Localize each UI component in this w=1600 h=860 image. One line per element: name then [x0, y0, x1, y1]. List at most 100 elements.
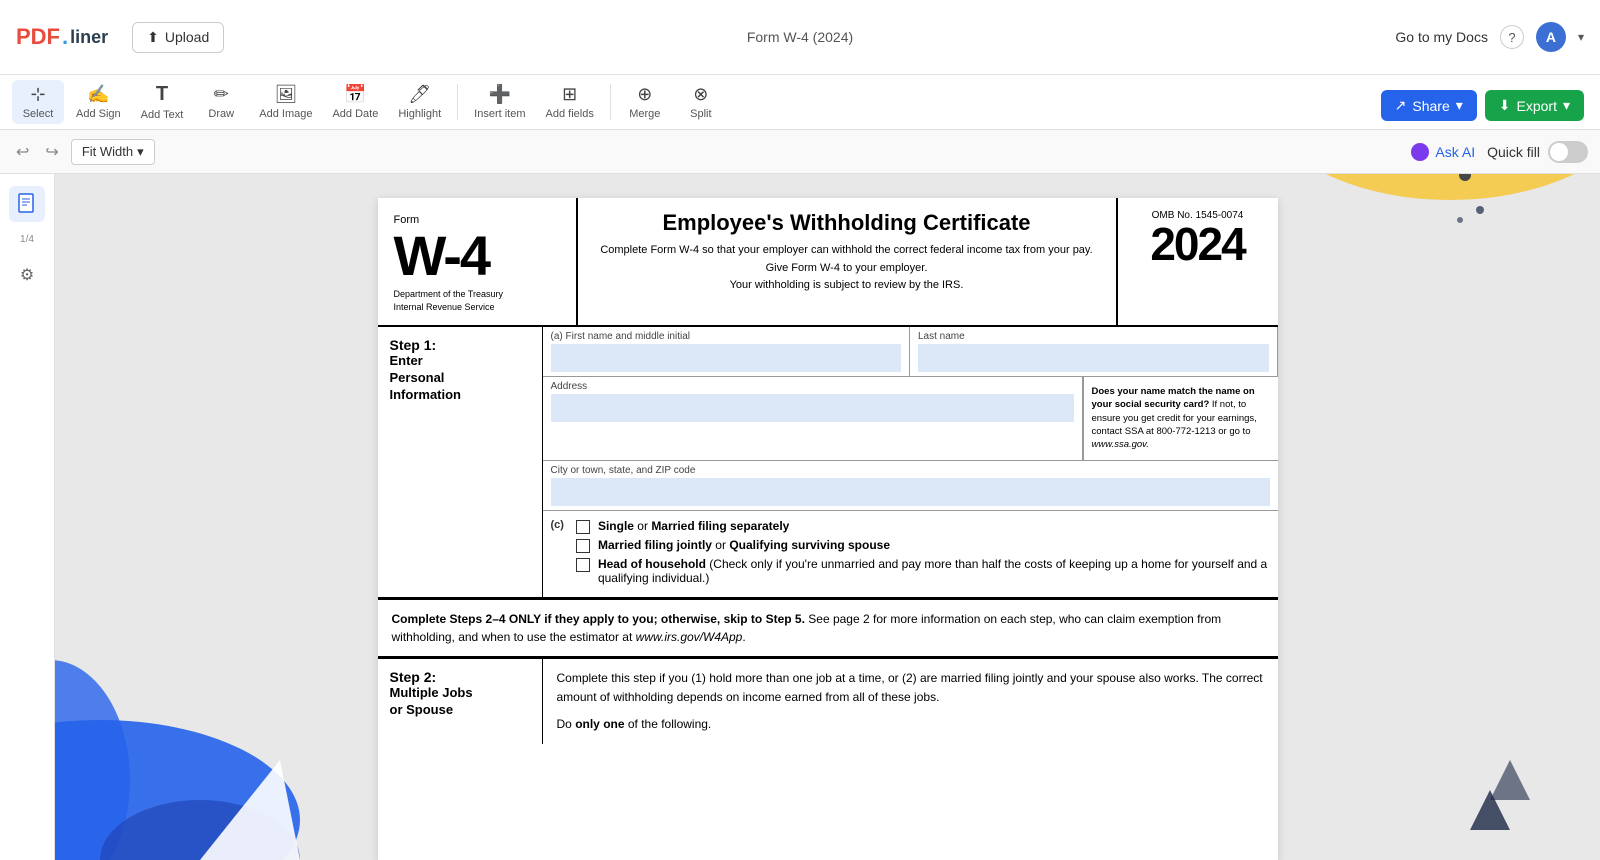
- avatar-chevron[interactable]: ▾: [1578, 30, 1584, 44]
- step2-label: Step 2: Multiple Jobs or Spouse: [378, 659, 543, 745]
- last-name-label: Last name: [918, 331, 1269, 342]
- filing-status-row: (c) Single or Married filing separately …: [543, 511, 1278, 597]
- filing-married-text: Married filing jointly or Qualifying sur…: [598, 538, 890, 552]
- action-buttons: ↗ Share ▾ ⬇ Export ▾: [1381, 90, 1584, 121]
- tool-insert-item[interactable]: ➕ Insert item: [466, 80, 533, 124]
- fit-width-label: Fit Width: [82, 144, 133, 159]
- add-image-label: Add Image: [259, 108, 312, 120]
- last-name-input[interactable]: [918, 344, 1269, 372]
- upload-button[interactable]: ⬆ Upload: [132, 22, 224, 53]
- step2-do-only: Do only one of the following.: [557, 715, 1264, 734]
- undo-button[interactable]: ↩: [12, 138, 33, 166]
- export-chevron-icon: ▾: [1563, 97, 1570, 114]
- ask-ai-label: Ask AI: [1435, 144, 1475, 160]
- ssn-note: Does your name match the name on your so…: [1083, 377, 1278, 459]
- share-icon: ↗: [1395, 97, 1407, 114]
- toolbar-separator-1: [457, 84, 458, 120]
- filing-option-head: (c) Head of household (Check only if you…: [551, 557, 1270, 585]
- split-label: Split: [690, 108, 711, 120]
- header-right: Go to my Docs ? A ▾: [1395, 22, 1584, 52]
- quick-fill-label: Quick fill: [1487, 144, 1540, 160]
- draw-icon: ✏: [214, 84, 229, 105]
- checkbox-single[interactable]: [576, 520, 590, 534]
- sidebar-settings-icon[interactable]: ⚙: [9, 257, 45, 293]
- filing-option-married: (c) Married filing jointly or Qualifying…: [551, 538, 1270, 553]
- ask-ai-button[interactable]: Ask AI: [1411, 143, 1475, 161]
- left-sidebar: 1/4 ⚙: [0, 174, 55, 860]
- filing-option-single: (c) Single or Married filing separately: [551, 519, 1270, 534]
- add-text-icon: T: [156, 83, 168, 106]
- export-label: Export: [1517, 98, 1557, 114]
- tool-merge[interactable]: ⊕ Merge: [619, 80, 671, 124]
- checkbox-married[interactable]: [576, 539, 590, 553]
- city-label: City or town, state, and ZIP code: [551, 465, 1270, 476]
- filing-status-cell: (c) Single or Married filing separately …: [543, 511, 1278, 597]
- merge-icon: ⊕: [637, 84, 652, 105]
- step2-desc: Complete this step if you (1) hold more …: [557, 669, 1264, 707]
- page-count-label: 1/4: [20, 234, 34, 245]
- export-button[interactable]: ⬇ Export ▾: [1485, 90, 1584, 121]
- name-row: (a) First name and middle initial Last n…: [543, 327, 1278, 377]
- redo-button[interactable]: ↪: [41, 138, 62, 166]
- share-label: Share: [1412, 98, 1449, 114]
- share-chevron-icon: ▾: [1456, 97, 1463, 114]
- filing-c-label: (c): [551, 519, 564, 531]
- export-icon: ⬇: [1499, 97, 1511, 114]
- fit-width-chevron-icon: ▾: [137, 144, 144, 160]
- select-icon: ⊹: [30, 84, 45, 105]
- draw-label: Draw: [208, 108, 234, 120]
- split-icon: ⊗: [693, 84, 708, 105]
- step2-title: Step 2:: [390, 669, 530, 685]
- help-button[interactable]: ?: [1500, 25, 1524, 49]
- address-label: Address: [551, 381, 1074, 392]
- app-logo[interactable]: PDF.liner: [16, 24, 108, 50]
- address-cell: Address: [543, 377, 1083, 459]
- insert-item-label: Insert item: [474, 108, 525, 120]
- add-date-icon: 📅: [344, 84, 366, 105]
- form-number: W-4: [394, 228, 560, 284]
- filing-head-text: Head of household (Check only if you're …: [598, 557, 1270, 585]
- filing-single-text: Single or Married filing separately: [598, 519, 789, 533]
- step2-section: Step 2: Multiple Jobs or Spouse Complete…: [378, 657, 1278, 745]
- fit-width-dropdown[interactable]: Fit Width ▾: [71, 139, 155, 165]
- first-name-input[interactable]: [551, 344, 902, 372]
- share-button[interactable]: ↗ Share ▾: [1381, 90, 1477, 121]
- upload-label: Upload: [165, 29, 209, 45]
- tool-add-date[interactable]: 📅 Add Date: [324, 80, 386, 124]
- go-to-docs-link[interactable]: Go to my Docs: [1395, 29, 1488, 45]
- settings-gear-icon: ⚙: [20, 265, 34, 285]
- sidebar-thumbnail-icon[interactable]: [9, 186, 45, 222]
- tool-highlight[interactable]: 🖊 Highlight: [390, 80, 449, 124]
- toolbar-separator-2: [610, 84, 611, 120]
- form-year: 2024: [1134, 221, 1262, 267]
- city-input[interactable]: [551, 478, 1270, 506]
- step2-content: Complete this step if you (1) hold more …: [543, 659, 1278, 745]
- tool-add-fields[interactable]: ⊞ Add fields: [538, 80, 602, 124]
- add-sign-label: Add Sign: [76, 108, 121, 120]
- add-fields-icon: ⊞: [562, 84, 577, 105]
- first-name-label: (a) First name and middle initial: [551, 331, 902, 342]
- form-header-left: Form W-4 Department of the Treasury Inte…: [378, 198, 578, 325]
- form-header: Form W-4 Department of the Treasury Inte…: [378, 198, 1278, 327]
- checkbox-head[interactable]: [576, 558, 590, 572]
- doc-title: Form W-4 (2024): [747, 29, 853, 45]
- tool-add-text[interactable]: T Add Text: [133, 79, 192, 125]
- address-row-container: Address Does your name match the name on…: [543, 377, 1278, 460]
- tool-add-sign[interactable]: ✍ Add Sign: [68, 80, 129, 124]
- main-content-area: Form W-4 Department of the Treasury Inte…: [55, 174, 1600, 860]
- form-main-title: Employee's Withholding Certificate: [594, 210, 1100, 236]
- tool-split[interactable]: ⊗ Split: [675, 80, 727, 124]
- tool-draw[interactable]: ✏ Draw: [195, 80, 247, 124]
- ssa-url: www.ssa.gov.: [1092, 439, 1149, 450]
- address-input[interactable]: [551, 394, 1074, 422]
- secondary-toolbar-right: Ask AI Quick fill: [1411, 141, 1588, 163]
- tool-add-image[interactable]: 🖼 Add Image: [251, 80, 320, 124]
- avatar[interactable]: A: [1536, 22, 1566, 52]
- tool-select[interactable]: ⊹ Select: [12, 80, 64, 124]
- logo-pdf-text: PDF: [16, 24, 60, 50]
- highlight-icon: 🖊: [408, 84, 431, 105]
- main-toolbar: ⊹ Select ✍ Add Sign T Add Text ✏ Draw 🖼 …: [0, 75, 1600, 130]
- quick-fill-toggle[interactable]: [1548, 141, 1588, 163]
- step1-title: Step 1:: [390, 337, 530, 353]
- logo-liner-text: liner: [70, 27, 108, 48]
